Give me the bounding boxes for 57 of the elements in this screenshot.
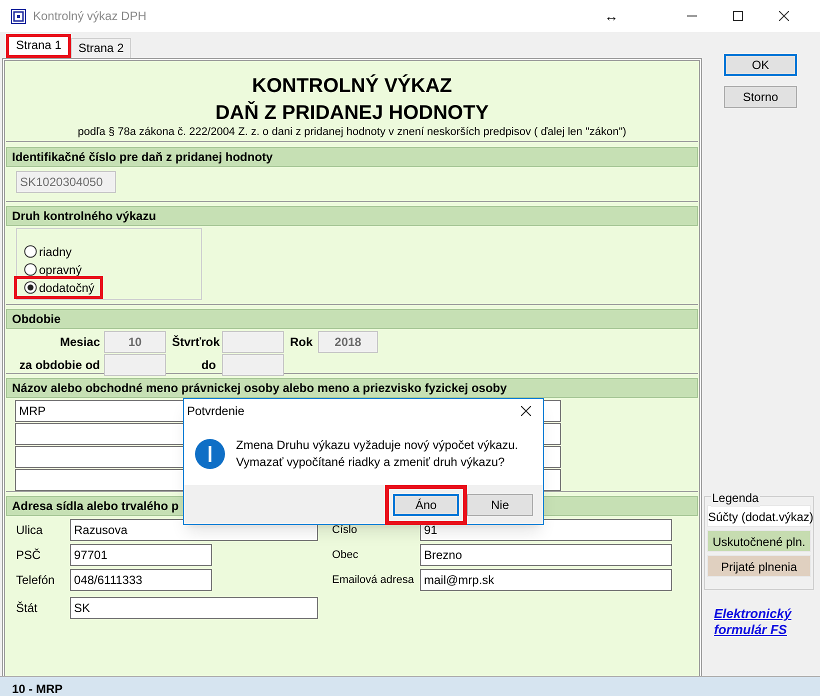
dialog-message: Zmena Druhu výkazu vyžaduje nový výpočet výkazu. <box>236 437 518 454</box>
close-icon[interactable] <box>779 11 790 21</box>
text-field[interactable]: SK1020304050 <box>16 171 116 193</box>
section-heading: Druh kontrolného výkazu <box>6 206 698 226</box>
form-title: KONTROLNÝ VÝKAZ <box>252 73 452 99</box>
section-heading: Názov alebo obchodné meno právnickej osoby alebo meno a priezvisko fyzickej osoby <box>6 378 698 398</box>
form-subtitle: podľa § 78a zákona č. 222/2004 Z. z. o dani z pridanej hodnoty v znení neskorších predpisov ( ďalej len "zákon") <box>78 126 626 138</box>
field-label: Obec <box>332 548 360 563</box>
section-heading: Identifikačné číslo pre daň z pridanej hodnoty <box>6 147 698 167</box>
field-label: Rok <box>290 334 314 351</box>
radio-icon[interactable] <box>24 263 37 276</box>
field-label: PSČ <box>16 547 42 564</box>
radio-option[interactable]: dodatočný <box>17 279 100 296</box>
section-heading: Obdobie <box>6 309 698 329</box>
resize-cursor-icon: ↔ <box>604 6 618 26</box>
dialog-button[interactable]: OK <box>724 54 797 76</box>
text-field[interactable] <box>104 354 166 376</box>
tab[interactable]: Strana 1 <box>6 34 72 58</box>
app-icon <box>11 8 26 24</box>
text-field[interactable]: mail@mrp.sk <box>420 569 672 591</box>
maximize-icon[interactable] <box>733 11 744 21</box>
text-field[interactable]: SK <box>70 597 318 619</box>
form-link[interactable]: Elektronický formulár FS <box>714 606 814 638</box>
status-text: 10 - MRP <box>12 682 63 696</box>
tab[interactable]: Strana 2 <box>71 38 131 58</box>
dialog-message: Vymazať vypočítané riadky a zmeniť druh výkazu? <box>236 454 506 471</box>
text-field[interactable] <box>222 354 284 376</box>
dialog-title: Potvrdenie <box>187 403 244 420</box>
text-field[interactable]: 10 <box>104 331 166 353</box>
field-label: Číslo <box>332 522 358 538</box>
radio-option[interactable]: riadny <box>24 243 78 260</box>
radio-icon[interactable] <box>24 245 37 258</box>
field-label: Štvrťrok <box>172 334 221 351</box>
close-icon[interactable] <box>521 406 531 416</box>
text-field[interactable]: 2018 <box>318 331 378 353</box>
radio-icon[interactable] <box>24 281 37 294</box>
text-field[interactable]: 97701 <box>70 544 212 566</box>
window-title: Kontrolný výkaz DPH <box>33 8 146 25</box>
legend-item: Uskutočnené pln. <box>707 530 811 552</box>
field-label: Ulica <box>16 522 44 539</box>
text-field[interactable]: Brezno <box>420 544 672 566</box>
field-label: Emailová adresa <box>332 572 415 588</box>
field-label: do <box>200 357 217 374</box>
dialog-button[interactable]: Áno <box>393 494 459 516</box>
form-title: DAŇ Z PRIDANEJ HODNOTY <box>215 100 489 126</box>
legend-item: Prijaté plnenia <box>707 555 811 577</box>
info-icon <box>195 439 225 469</box>
radio-option[interactable]: opravný <box>24 261 88 278</box>
dialog-button[interactable]: Storno <box>724 86 797 108</box>
field-label: Telefón <box>16 572 56 589</box>
field-label: Štát <box>16 600 38 617</box>
field-label: za obdobie od <box>18 357 100 374</box>
legend-item: Súčty (dodat.výkaz) <box>707 505 811 527</box>
text-field[interactable] <box>222 331 284 353</box>
text-field[interactable]: 048/6111333 <box>70 569 212 591</box>
field-label: Mesiac <box>58 334 100 351</box>
dialog-button[interactable]: Nie <box>467 494 533 516</box>
